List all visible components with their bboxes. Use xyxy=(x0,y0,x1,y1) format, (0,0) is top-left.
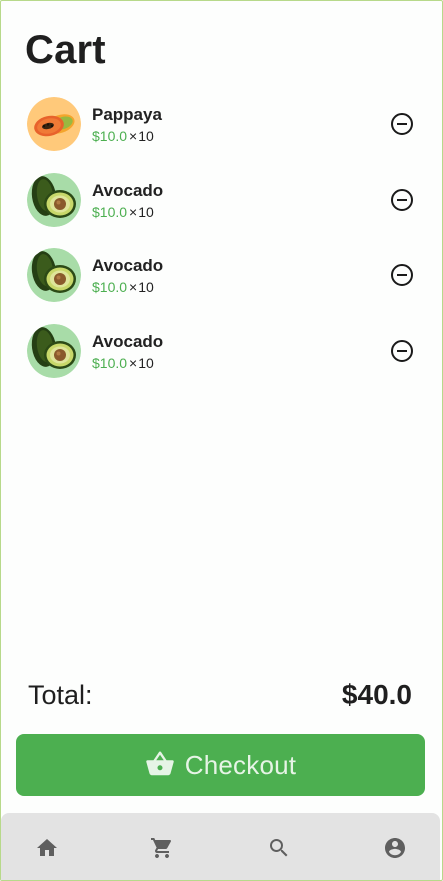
remove-item-button[interactable] xyxy=(390,188,414,212)
nav-home[interactable] xyxy=(35,836,59,860)
cart-list: Pappaya $10.0 ×10 Avocado $10.0 ×10 Avoc… xyxy=(0,96,443,398)
item-name: Avocado xyxy=(92,331,164,351)
item-price: $10.0 xyxy=(92,354,128,371)
cart-item: Avocado $10.0 ×10 xyxy=(0,172,443,248)
checkout-button[interactable]: Checkout xyxy=(16,734,425,796)
avocado-image xyxy=(27,323,81,378)
item-quantity: 10 xyxy=(138,279,154,295)
item-name: Pappaya xyxy=(92,105,162,124)
times-sign: × xyxy=(129,203,138,220)
remove-circle-outline-icon xyxy=(391,188,413,211)
remove-circle-outline-icon xyxy=(391,339,413,362)
page-title: Cart xyxy=(25,28,106,72)
item-price: $10.0 xyxy=(92,128,128,144)
avocado-image xyxy=(27,248,81,302)
item-name: Avocado xyxy=(92,180,164,200)
search-icon xyxy=(270,839,288,857)
remove-item-button[interactable] xyxy=(390,339,414,363)
cart-item: Avocado $10.0 ×10 xyxy=(0,247,443,323)
bottom-navigation xyxy=(1,813,440,880)
item-price-qty: $10.0 ×10 xyxy=(92,128,154,144)
times-sign: × xyxy=(129,354,138,371)
nav-search[interactable] xyxy=(267,836,291,860)
remove-item-button[interactable] xyxy=(390,112,414,136)
total-value: $40.0 xyxy=(341,679,412,710)
times-sign: × xyxy=(129,128,138,144)
times-sign: × xyxy=(129,279,138,295)
remove-circle-outline-icon xyxy=(391,113,413,135)
total-label: Total: xyxy=(28,680,93,710)
checkout-label: Checkout xyxy=(184,749,297,780)
remove-circle-outline-icon xyxy=(391,264,413,286)
item-name: Avocado xyxy=(92,256,164,275)
account-circle-icon xyxy=(385,838,405,858)
cart-item: Pappaya $10.0 ×10 xyxy=(0,96,443,172)
papaya-image xyxy=(27,97,81,151)
item-quantity: 10 xyxy=(138,203,154,220)
item-price-qty: $10.0 ×10 xyxy=(92,355,154,371)
nav-cart[interactable] xyxy=(150,836,174,860)
shopping-basket-icon xyxy=(146,751,174,776)
item-price: $10.0 xyxy=(92,279,128,295)
nav-account[interactable] xyxy=(383,836,407,860)
item-quantity: 10 xyxy=(138,354,154,371)
item-quantity: 10 xyxy=(138,128,154,144)
item-price-qty: $10.0 ×10 xyxy=(92,204,154,220)
shopping-cart-icon xyxy=(151,838,172,858)
remove-item-button[interactable] xyxy=(390,263,414,287)
avocado-image xyxy=(27,172,81,227)
item-price-qty: $10.0 ×10 xyxy=(92,279,154,295)
home-icon xyxy=(37,839,57,856)
item-price: $10.0 xyxy=(92,203,128,220)
cart-item: Avocado $10.0 ×10 xyxy=(0,323,443,399)
